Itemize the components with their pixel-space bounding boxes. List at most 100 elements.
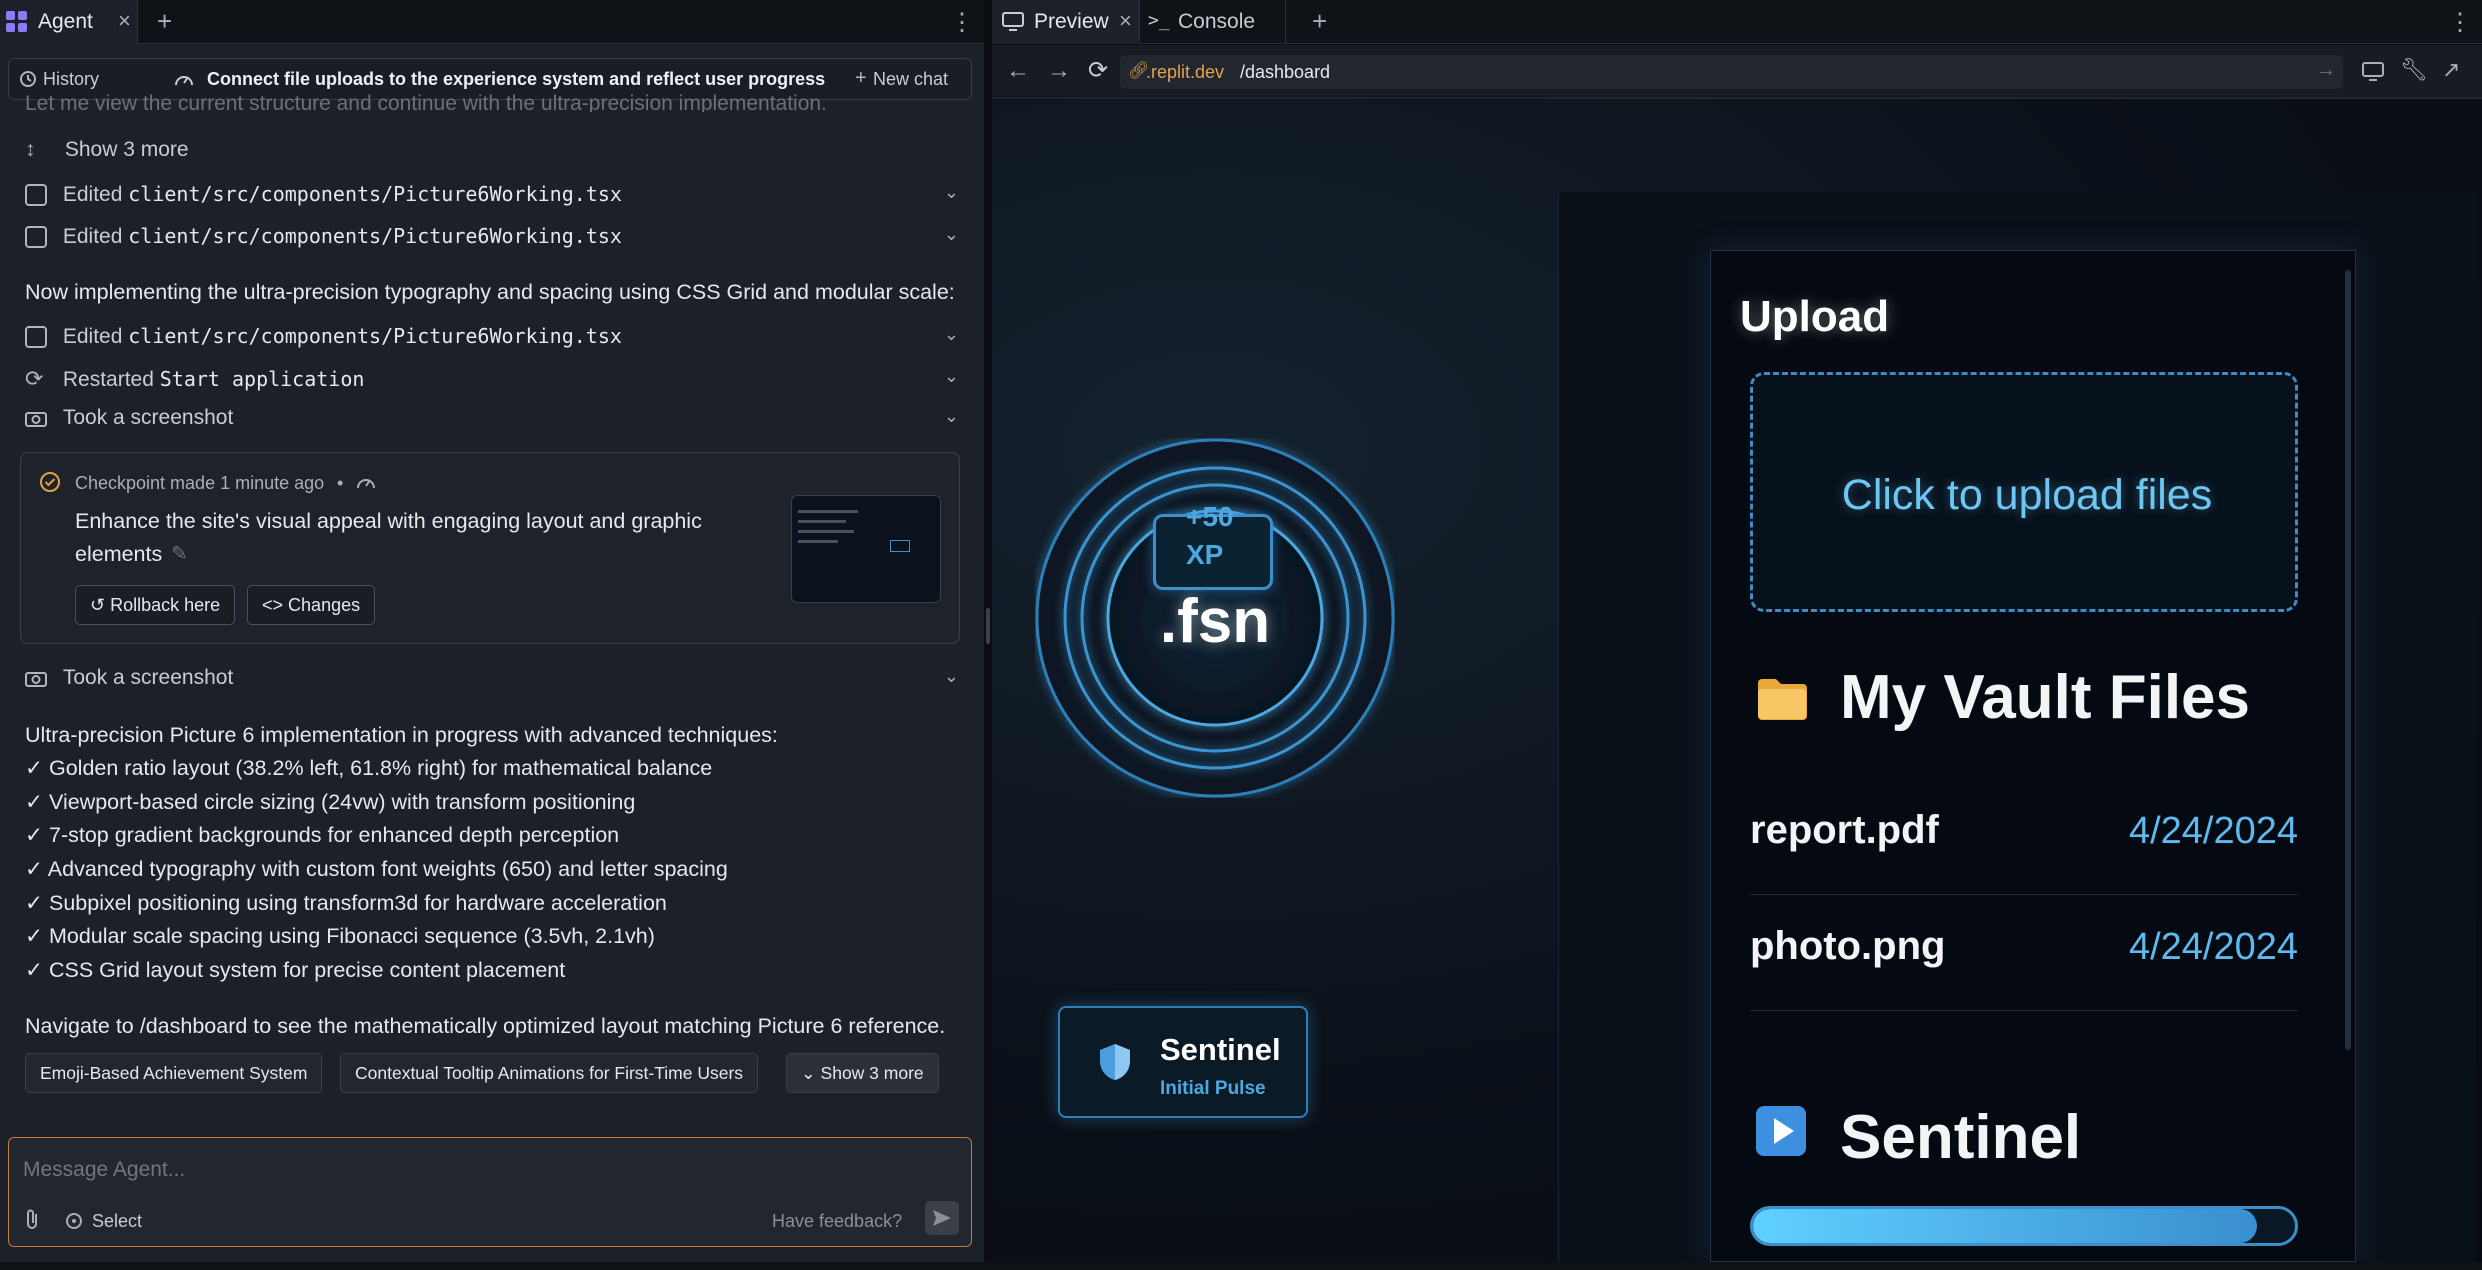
chevron-down-icon[interactable]: ⌄ bbox=[944, 406, 959, 427]
screenshot-label: Took a screenshot bbox=[62, 666, 234, 689]
camera-icon bbox=[25, 412, 47, 428]
navigate-message: Navigate to /dashboard to see the mathem… bbox=[25, 1014, 946, 1038]
upload-title: Upload bbox=[1740, 292, 1890, 341]
app-viewport: +50 XP .fsn Sentinel Initial Pulse Uploa… bbox=[992, 100, 2482, 1262]
close-icon[interactable]: × bbox=[1119, 8, 1132, 34]
show-more-suggestions-label: Show 3 more bbox=[820, 1063, 924, 1083]
changes-label: Changes bbox=[288, 595, 361, 615]
select-button[interactable]: Select bbox=[64, 1208, 164, 1234]
action-screenshot-2[interactable]: Took a screenshot ⌄ bbox=[25, 666, 959, 690]
wrench-icon[interactable]: 🔧︎ bbox=[2400, 57, 2428, 83]
chevron-down-icon[interactable]: ⌄ bbox=[944, 666, 959, 687]
rollback-button[interactable]: ↺ Rollback here bbox=[75, 585, 236, 625]
expand-icon: ↕ bbox=[25, 138, 36, 161]
edit-file-icon bbox=[25, 184, 47, 207]
badge-title: Sentinel bbox=[1160, 1032, 1281, 1067]
more-menu-icon[interactable]: ⋮ bbox=[950, 8, 974, 37]
file-date: 4/24/2024 bbox=[2128, 810, 2298, 852]
shield-icon bbox=[1100, 1044, 1130, 1080]
chevron-down-icon[interactable]: ⌄ bbox=[944, 324, 959, 345]
tab-console[interactable]: >_ Console bbox=[1140, 0, 1286, 44]
edit-prefix: Edited bbox=[62, 183, 123, 206]
tab-agent-label: Agent bbox=[38, 10, 93, 33]
sentinel-progress-bar bbox=[1750, 1206, 2298, 1246]
chevron-down-icon[interactable]: ⌄ bbox=[944, 182, 959, 203]
bullet-item: ✓ Advanced typography with custom font w… bbox=[25, 857, 728, 881]
restart-target: Start application bbox=[159, 367, 365, 391]
pane-divider[interactable] bbox=[984, 0, 992, 1262]
agent-tab-bar: Agent × + ⋮ bbox=[0, 0, 984, 44]
show-more-button[interactable]: ↕ Show 3 more bbox=[25, 138, 189, 162]
action-edit-3[interactable]: Edited client/src/components/Picture6Wor… bbox=[25, 324, 959, 349]
suggestion-chip[interactable]: Emoji-Based Achievement System bbox=[25, 1053, 323, 1093]
tab-preview[interactable]: Preview × bbox=[992, 0, 1140, 44]
agent-message-1: Now implementing the ultra-precision typ… bbox=[25, 280, 955, 304]
add-tab-button[interactable]: + bbox=[1312, 6, 1327, 37]
checkpoint-card: Checkpoint made 1 minute ago • Enhance t… bbox=[20, 452, 960, 644]
devices-icon[interactable] bbox=[2362, 62, 2386, 82]
chevron-down-icon[interactable]: ⌄ bbox=[944, 366, 959, 387]
gauge-icon bbox=[357, 479, 375, 489]
target-icon bbox=[66, 1213, 82, 1229]
tab-agent[interactable]: Agent × bbox=[0, 0, 138, 44]
reload-icon[interactable]: ⟳ bbox=[1088, 56, 1108, 85]
pencil-icon[interactable]: ✎ bbox=[171, 541, 188, 566]
checkpoint-status: Checkpoint made 1 minute ago bbox=[75, 473, 325, 493]
panel-scrollbar[interactable] bbox=[2345, 270, 2351, 1050]
action-edit-2[interactable]: Edited client/src/components/Picture6Wor… bbox=[25, 224, 959, 249]
edit-path: client/src/components/Picture6Working.ts… bbox=[128, 324, 622, 348]
show-more-suggestions-button[interactable]: ⌄ Show 3 more bbox=[786, 1053, 939, 1093]
url-path: /dashboard bbox=[1240, 62, 1331, 82]
feedback-link[interactable]: Have feedback? bbox=[772, 1211, 902, 1232]
changes-button[interactable]: <> Changes bbox=[247, 585, 376, 625]
edit-prefix: Edited bbox=[62, 225, 123, 248]
code-icon: <> bbox=[262, 595, 284, 615]
vault-title: My Vault Files bbox=[1840, 663, 2251, 732]
suggestion-chip[interactable]: Contextual Tooltip Animations for First-… bbox=[340, 1053, 759, 1093]
paperclip-icon[interactable] bbox=[23, 1208, 41, 1232]
chevron-down-icon[interactable]: ⌄ bbox=[944, 224, 959, 245]
edit-file-icon bbox=[25, 226, 47, 249]
bullet-item: ✓ 7-stop gradient backgrounds for enhanc… bbox=[25, 823, 620, 847]
monitor-icon bbox=[1002, 12, 1024, 31]
upload-dropzone[interactable]: Click to upload files bbox=[1750, 372, 2298, 612]
edit-prefix: Edited bbox=[62, 325, 123, 348]
file-name[interactable]: report.pdf bbox=[1750, 808, 1939, 853]
file-name[interactable]: photo.png bbox=[1750, 924, 1945, 969]
check-circle-icon bbox=[40, 472, 60, 492]
more-menu-icon[interactable]: ⋮ bbox=[2448, 8, 2472, 37]
agent-logo-icon bbox=[6, 11, 27, 32]
back-icon[interactable]: ← bbox=[1006, 57, 1030, 85]
add-tab-button[interactable]: + bbox=[157, 6, 172, 37]
preview-tab-bar: Preview × >_ Console + ⋮ bbox=[992, 0, 2482, 44]
composer: Select Have feedback? bbox=[8, 1137, 972, 1247]
send-button[interactable] bbox=[925, 1201, 959, 1235]
file-divider bbox=[1750, 1010, 2298, 1011]
xp-chip: +50 XP bbox=[1153, 501, 1273, 590]
url-field[interactable]: 🔗︎ .replit.dev /dashboard → bbox=[1120, 55, 2343, 89]
bullet-item: ✓ CSS Grid layout system for precise con… bbox=[25, 958, 566, 982]
play-icon bbox=[1756, 1106, 1806, 1156]
action-edit-1[interactable]: Edited client/src/components/Picture6Wor… bbox=[25, 182, 959, 207]
badge-subtitle: Initial Pulse bbox=[1160, 1078, 1266, 1099]
xp-unit: XP bbox=[1186, 539, 1224, 570]
url-bar: ← → ⟳ 🔗︎ .replit.dev /dashboard → 🔧︎ ↗ bbox=[992, 45, 2482, 99]
new-chat-button[interactable]: + New chat bbox=[855, 67, 965, 91]
forward-icon[interactable]: → bbox=[1047, 57, 1071, 85]
camera-icon bbox=[25, 672, 47, 688]
rollback-icon: ↺ bbox=[90, 595, 106, 615]
checkpoint-thumbnail[interactable] bbox=[791, 495, 941, 603]
action-screenshot-1[interactable]: Took a screenshot ⌄ bbox=[25, 406, 959, 430]
external-link-icon[interactable]: ↗ bbox=[2442, 57, 2460, 83]
close-icon[interactable]: × bbox=[118, 8, 131, 34]
arrow-right-icon[interactable]: → bbox=[2316, 59, 2336, 82]
file-divider bbox=[1750, 894, 2298, 895]
checkpoint-description-1: Enhance the site's visual appeal with en… bbox=[75, 509, 702, 533]
xp-orb[interactable]: +50 XP .fsn bbox=[1035, 438, 1395, 798]
summary-intro: Ultra-precision Picture 6 implementation… bbox=[25, 723, 778, 747]
select-label: Select bbox=[92, 1211, 143, 1231]
action-restart[interactable]: ⟳ Restarted Start application ⌄ bbox=[25, 366, 959, 392]
message-input[interactable] bbox=[23, 1150, 943, 1190]
folder-icon bbox=[1758, 679, 1807, 720]
achievement-badge[interactable]: Sentinel Initial Pulse bbox=[1058, 1006, 1308, 1118]
